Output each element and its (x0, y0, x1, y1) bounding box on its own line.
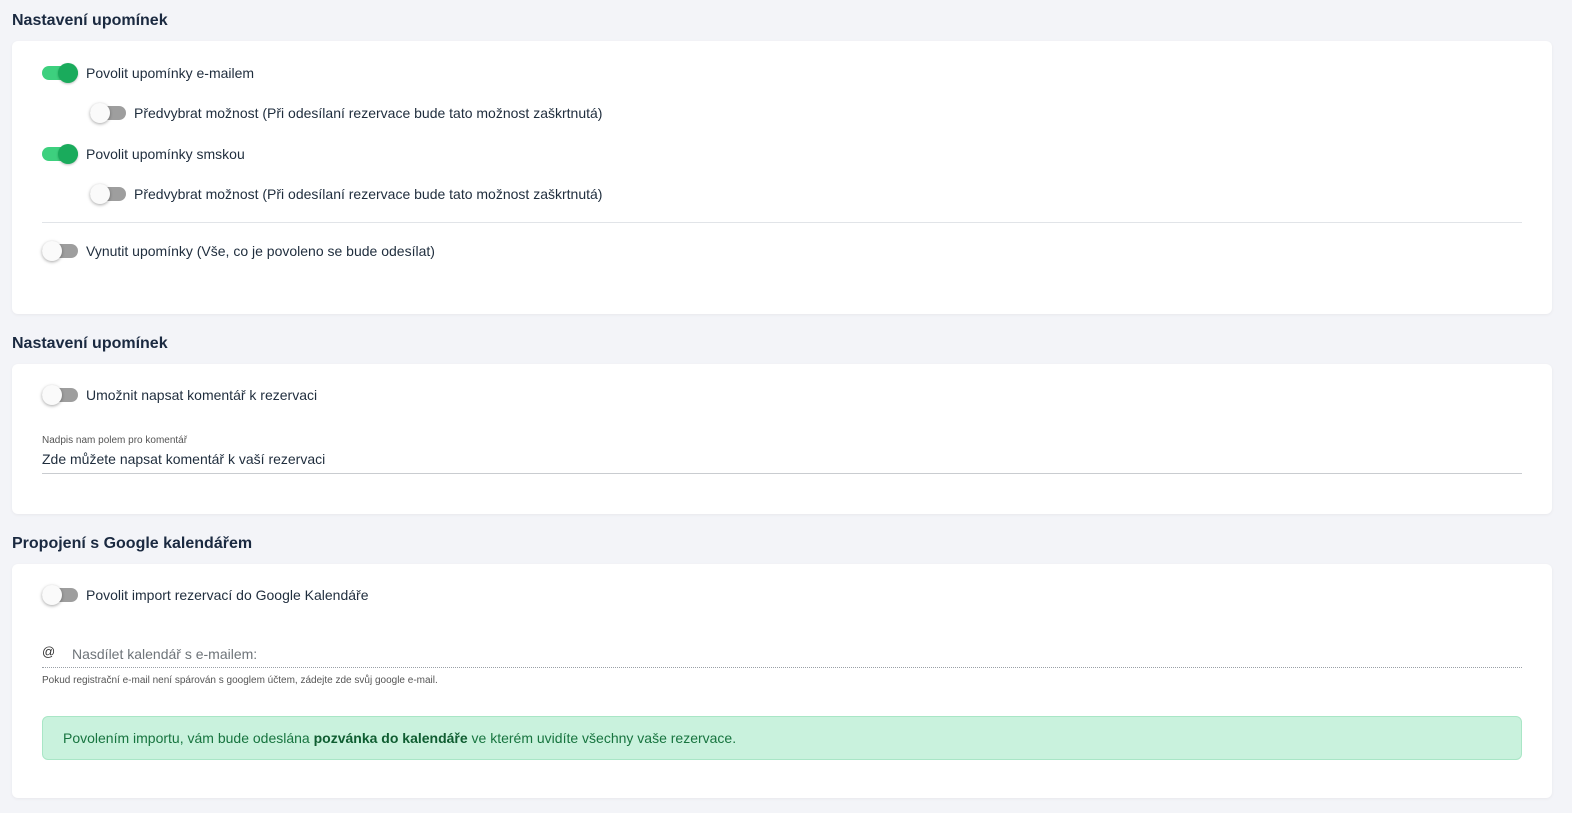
toggle-thumb (42, 241, 62, 261)
allow-comment-label: Umožnit napsat komentář k rezervaci (86, 387, 318, 403)
comments-card: Umožnit napsat komentář k rezervaci Nadp… (12, 364, 1552, 514)
alert-text: Povolením importu, vám bude odeslána poz… (63, 730, 736, 746)
alert-text-before: Povolením importu, vám bude odeslána (63, 730, 314, 746)
sms-preselect-label: Předvybrat možnost (Při odesílaní rezerv… (134, 186, 603, 202)
import-info-alert: Povolením importu, vám bude odeslána poz… (42, 716, 1522, 760)
alert-text-after: ve kterém uvidíte všechny vaše rezervace… (467, 730, 737, 746)
google-import-row[interactable]: Povolit import rezervací do Google Kalen… (42, 583, 368, 607)
sms-preselect-row[interactable]: Předvybrat možnost (Při odesílaní rezerv… (90, 182, 602, 206)
toggle-thumb (58, 63, 78, 83)
allow-comment-row[interactable]: Umožnit napsat komentář k rezervaci (42, 383, 317, 407)
sms-reminders-label: Povolit upomínky smskou (86, 146, 245, 162)
email-preselect-toggle[interactable] (90, 101, 126, 125)
email-preselect-row[interactable]: Předvybrat možnost (Při odesílaní rezerv… (90, 101, 602, 125)
comment-heading-input[interactable]: Zde můžete napsat komentář k vaší rezerv… (42, 451, 1522, 474)
email-preselect-label: Předvybrat možnost (Při odesílaní rezerv… (134, 105, 603, 121)
at-sign-icon: @ (42, 643, 56, 659)
toggle-thumb (90, 184, 110, 204)
sms-reminders-toggle[interactable] (42, 142, 78, 166)
google-section-title: Propojení s Google kalendářem (12, 535, 253, 552)
share-email-input[interactable] (72, 646, 1522, 662)
toggle-thumb (58, 144, 78, 164)
comment-field-caption: Nadpis nam polem pro komentář (42, 435, 188, 446)
section-divider (42, 222, 1522, 223)
email-reminders-toggle[interactable] (42, 61, 78, 85)
sms-reminders-row[interactable]: Povolit upomínky smskou (42, 142, 245, 166)
email-reminders-row[interactable]: Povolit upomínky e-mailem (42, 61, 254, 85)
calendar-invite-highlight: pozvánka do kalendáře (313, 730, 468, 746)
google-import-label: Povolit import rezervací do Google Kalen… (86, 587, 369, 603)
toggle-thumb (42, 385, 62, 405)
google-card: Povolit import rezervací do Google Kalen… (12, 564, 1552, 798)
reminders-card: Povolit upomínky e-mailem Předvybrat mož… (12, 41, 1552, 314)
comments-section-title: Nastavení upomínek (12, 335, 168, 352)
toggle-thumb (90, 103, 110, 123)
share-email-field[interactable]: @ (42, 641, 1522, 668)
google-import-toggle[interactable] (42, 583, 78, 607)
allow-comment-toggle[interactable] (42, 383, 78, 407)
force-reminders-toggle[interactable] (42, 239, 78, 263)
reminders-section-title: Nastavení upomínek (12, 12, 168, 29)
force-reminders-label: Vynutit upomínky (Vše, co je povoleno se… (86, 243, 435, 259)
force-reminders-row[interactable]: Vynutit upomínky (Vše, co je povoleno se… (42, 239, 435, 263)
share-email-hint: Pokud registrační e-mail není spárován s… (42, 675, 438, 686)
sms-preselect-toggle[interactable] (90, 182, 126, 206)
email-reminders-label: Povolit upomínky e-mailem (86, 65, 255, 81)
toggle-thumb (42, 585, 62, 605)
